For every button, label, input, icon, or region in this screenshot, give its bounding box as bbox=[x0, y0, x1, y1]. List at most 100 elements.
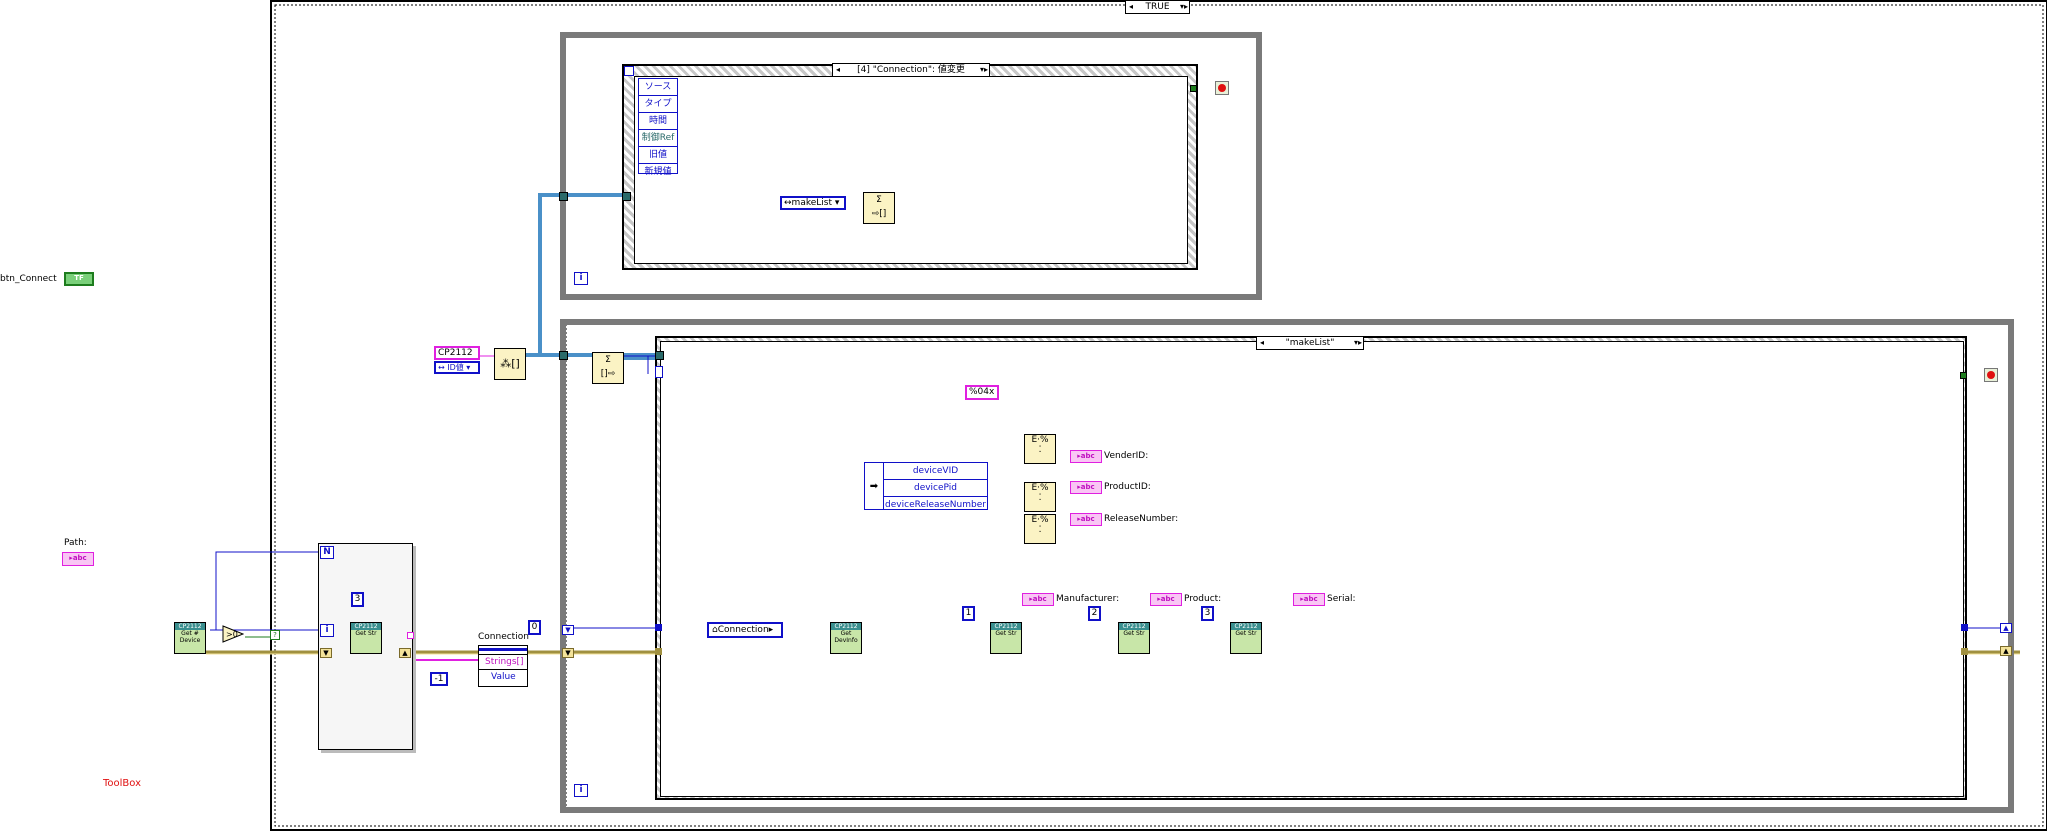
build-array-node[interactable]: ⁂[] bbox=[494, 348, 526, 380]
string-index-const-1[interactable]: 1 bbox=[962, 606, 975, 621]
property-node-header bbox=[479, 646, 527, 654]
makelist-enum-const[interactable]: ↔makeList ▾ bbox=[780, 196, 846, 210]
release-number-indicator: ▸abc bbox=[1070, 513, 1102, 526]
get-string-subvi-2[interactable]: CP2112 Get Str bbox=[1118, 622, 1150, 654]
event-tunnel-right bbox=[1961, 624, 1968, 631]
id-ring-value: ↔ ID値 bbox=[438, 363, 464, 372]
event-next-icon[interactable]: ▾▸ bbox=[979, 64, 989, 76]
unbundle-release[interactable]: deviceReleaseNumber bbox=[884, 497, 987, 513]
subvi-header: CP2112 bbox=[351, 623, 381, 630]
unbundle-arrow-icon: ➡ bbox=[864, 462, 884, 510]
event-prev-icon[interactable]: ◂ bbox=[833, 64, 843, 76]
for-loop-const[interactable]: 3 bbox=[351, 592, 364, 607]
unbundle-by-name-node[interactable]: deviceVID devicePid deviceReleaseNumber bbox=[883, 462, 988, 510]
event-data-type[interactable]: タイプ bbox=[639, 96, 677, 113]
manufacturer-label: Manufacturer: bbox=[1056, 594, 1120, 604]
event-data-source[interactable]: ソース bbox=[639, 79, 677, 96]
case-selector[interactable]: ◂ TRUE ▾▸ bbox=[1125, 0, 1190, 14]
shift-register-bottom-right2-icon: ▲ bbox=[2000, 646, 2012, 656]
event-selector-top[interactable]: ◂ [4] "Connection": 値変更 ▾▸ bbox=[832, 63, 990, 77]
id-ring-const[interactable]: ↔ ID値 ▾ bbox=[434, 361, 480, 374]
neg-one-const[interactable]: -1 bbox=[430, 672, 448, 686]
decrement-arrow-icon[interactable]: ◂ bbox=[1126, 1, 1136, 13]
loop-iter-bottom-label: i bbox=[579, 785, 583, 795]
get-string-subvi-loop[interactable]: CP2112 Get Str bbox=[350, 622, 382, 654]
event-selector-bottom-label: "makeList" bbox=[1285, 338, 1335, 348]
loop-iter-top-label: i bbox=[579, 273, 583, 283]
path-terminal[interactable]: ▸abc bbox=[62, 552, 94, 566]
path-label: Path: bbox=[64, 538, 87, 548]
property-value[interactable]: Value bbox=[479, 669, 527, 684]
connection-ref-const[interactable]: ⌂Connection▸ bbox=[707, 622, 783, 638]
svg-text:>0: >0 bbox=[226, 630, 238, 639]
unbundle-pid[interactable]: devicePid bbox=[884, 480, 987, 497]
connection-property-node[interactable]: Strings[] Value bbox=[478, 645, 528, 687]
format-string-const[interactable]: %04x bbox=[965, 385, 999, 400]
event-structure-top-diagram bbox=[634, 76, 1188, 264]
get-num-devices-subvi[interactable]: CP2112 Get # Device bbox=[174, 622, 206, 654]
tf-glyph: TF bbox=[74, 274, 84, 282]
shift-register-bottom-right-icon: ▲ bbox=[2000, 623, 2012, 633]
string-index-const-3[interactable]: 3 bbox=[1201, 606, 1214, 621]
format-into-string-node-2[interactable]: E·% ⁚ bbox=[1024, 482, 1056, 512]
enqueue-node[interactable]: Σ ⇨[] bbox=[863, 192, 895, 224]
cp2112-string-const[interactable]: CP2112 bbox=[434, 346, 480, 360]
serial-indicator: ▸abc bbox=[1293, 593, 1325, 606]
string-index-const-2[interactable]: 2 bbox=[1088, 606, 1101, 621]
vendor-id-indicator: ▸abc bbox=[1070, 450, 1102, 463]
stop-terminal-bottom[interactable] bbox=[1984, 368, 1998, 382]
event-tunnel-left-err bbox=[655, 648, 662, 655]
string-index-value-2: 2 bbox=[1091, 608, 1098, 618]
unbundle-vid[interactable]: deviceVID bbox=[884, 463, 987, 480]
event-tunnel-left bbox=[655, 624, 662, 631]
stop-terminal-top[interactable] bbox=[1215, 81, 1229, 95]
property-strings[interactable]: Strings[] bbox=[479, 654, 527, 669]
event-selector-bottom[interactable]: ◂ "makeList" ▾▸ bbox=[1256, 336, 1364, 350]
loop-tunnel-top bbox=[559, 192, 568, 201]
subvi-header: CP2112 bbox=[1231, 623, 1261, 630]
event-data-time[interactable]: 時間 bbox=[639, 113, 677, 130]
abc-glyph: abc bbox=[72, 554, 87, 562]
btn-connect-label: btn_Connect bbox=[0, 274, 57, 284]
format-into-string-node-3[interactable]: E·% ⁚ bbox=[1024, 514, 1056, 544]
event-tunnel-right-err bbox=[1961, 648, 1968, 655]
iteration-terminal: i bbox=[320, 624, 334, 637]
for-loop-const-value: 3 bbox=[354, 594, 361, 604]
btn-connect-terminal[interactable]: TF bbox=[64, 272, 94, 286]
get-device-info-subvi[interactable]: CP2112 Get DevInfo bbox=[830, 622, 862, 654]
event-data-ctlref[interactable]: 制御Ref bbox=[639, 130, 677, 147]
zero-const[interactable]: 0 bbox=[528, 620, 541, 635]
event-data-node[interactable]: ソース タイプ 時間 制御Ref 旧値 新規値 bbox=[638, 78, 678, 177]
event-data-oldval[interactable]: 旧値 bbox=[639, 147, 677, 164]
event-tunnel-top bbox=[622, 192, 631, 201]
increment-arrow-icon[interactable]: ▾▸ bbox=[1179, 1, 1189, 13]
subvi-body: Get Str bbox=[995, 630, 1017, 637]
format-into-string-node-1[interactable]: E·% ⁚ bbox=[1024, 434, 1056, 464]
toolbox-label: ToolBox bbox=[103, 778, 142, 789]
stop-tunnel-top bbox=[1190, 85, 1197, 92]
release-number-label: ReleaseNumber: bbox=[1104, 514, 1179, 524]
case-selector-terminal[interactable]: ? bbox=[270, 630, 280, 640]
event-structure-bottom-diagram bbox=[660, 341, 1964, 797]
loop-iter-top: i bbox=[574, 272, 588, 285]
dequeue-node[interactable]: Σ []⇨ bbox=[592, 352, 624, 384]
string-index-value-1: 1 bbox=[965, 608, 972, 618]
event-selector-top-label: [4] "Connection": 値変更 bbox=[857, 65, 965, 75]
count-terminal[interactable]: N bbox=[320, 546, 334, 559]
product-id-label: ProductID: bbox=[1104, 482, 1151, 492]
neg-one-value: -1 bbox=[434, 674, 444, 684]
greater-than-zero-icon[interactable]: >0 bbox=[222, 625, 244, 643]
shift-register-right-icon: ▲ bbox=[399, 648, 411, 658]
case-selector-label: TRUE bbox=[1145, 2, 1170, 12]
shift-register-bottom-left-icon: ▼ bbox=[562, 625, 574, 635]
get-string-subvi-1[interactable]: CP2112 Get Str bbox=[990, 622, 1022, 654]
iter-label: i bbox=[325, 625, 329, 635]
get-string-subvi-3[interactable]: CP2112 Get Str bbox=[1230, 622, 1262, 654]
event-prev-icon[interactable]: ◂ bbox=[1257, 337, 1267, 349]
event-next-icon[interactable]: ▾▸ bbox=[1353, 337, 1363, 349]
connection-ring-label: Connection bbox=[478, 632, 529, 642]
subvi-body: Get Str bbox=[1123, 630, 1145, 637]
subvi-header: CP2112 bbox=[175, 623, 205, 630]
event-data-newval[interactable]: 新規値 bbox=[639, 164, 677, 180]
loop-tunnel-bottom bbox=[559, 351, 568, 360]
